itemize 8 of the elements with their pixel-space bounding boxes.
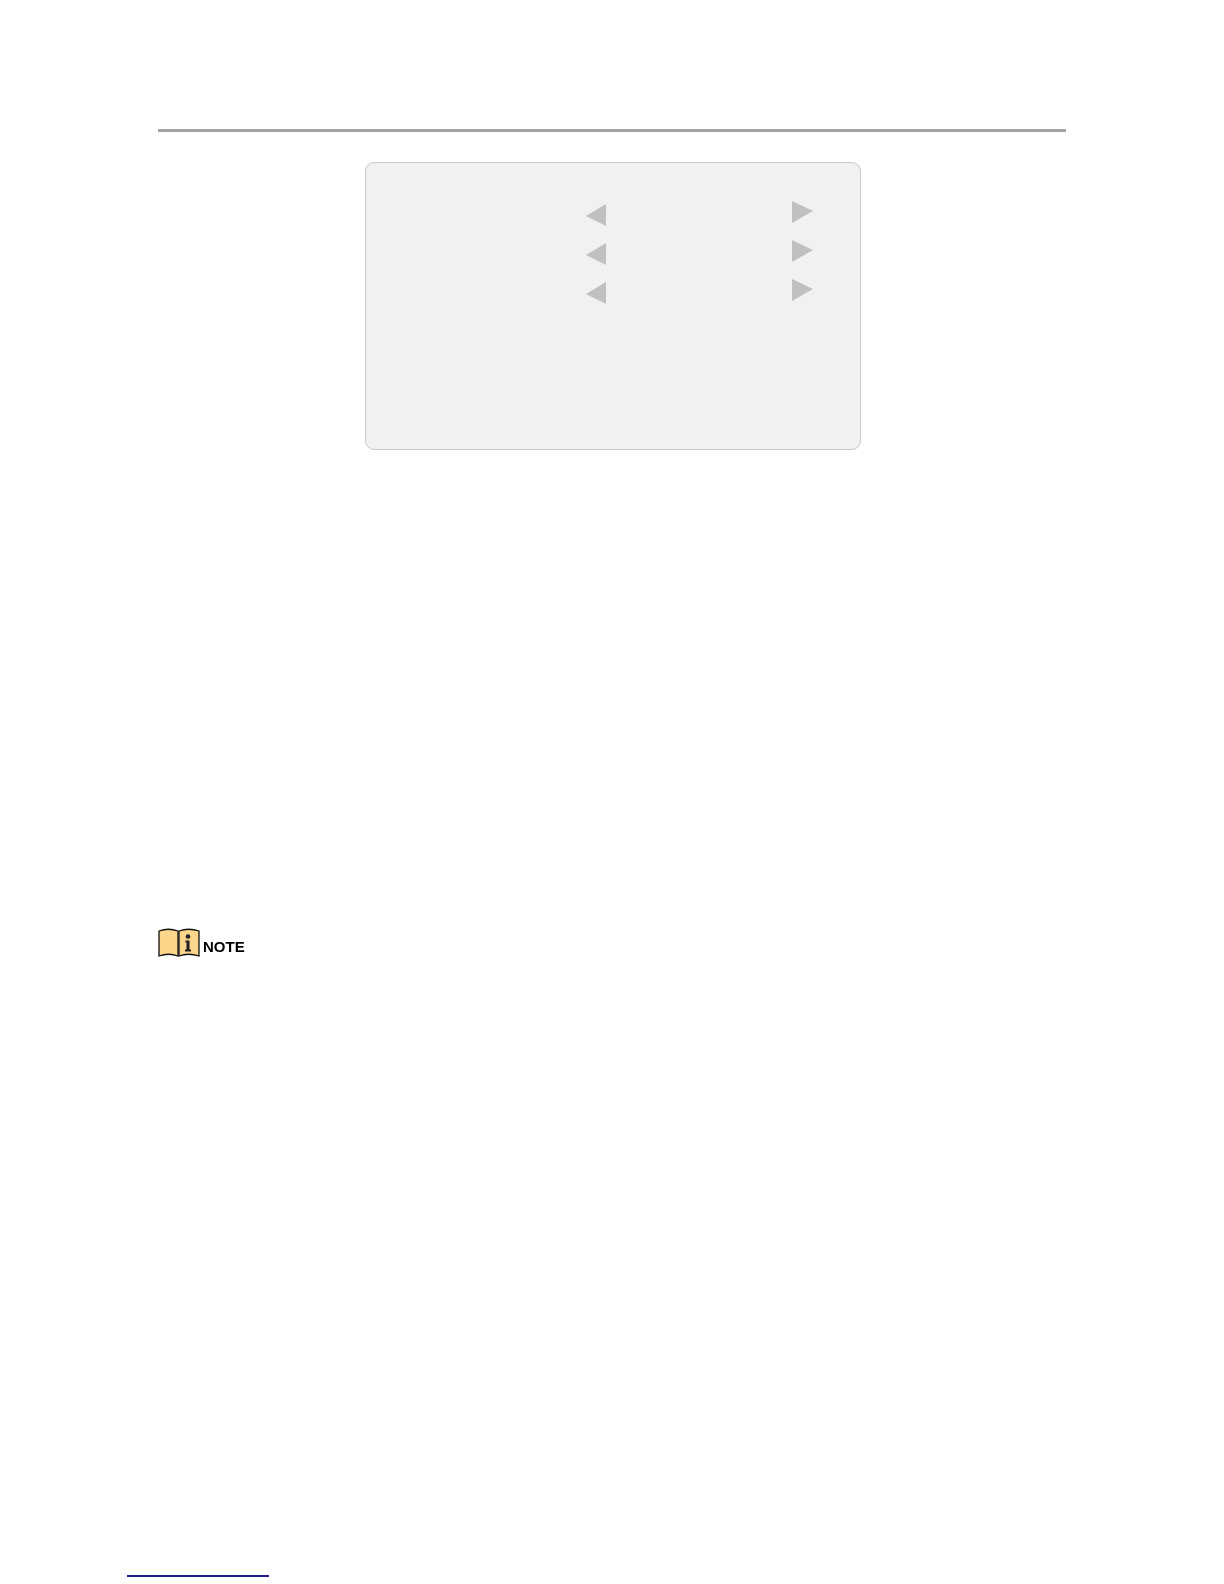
right-arrow-icon[interactable] bbox=[792, 201, 813, 223]
left-arrow-icon[interactable] bbox=[586, 282, 606, 304]
right-arrow-icon[interactable] bbox=[792, 279, 813, 301]
right-arrow-icon[interactable] bbox=[792, 240, 813, 262]
note-heading: NOTE bbox=[203, 938, 245, 956]
left-arrow-icon[interactable] bbox=[586, 204, 606, 226]
book-info-icon bbox=[158, 927, 200, 958]
left-arrow-icon[interactable] bbox=[586, 243, 606, 265]
